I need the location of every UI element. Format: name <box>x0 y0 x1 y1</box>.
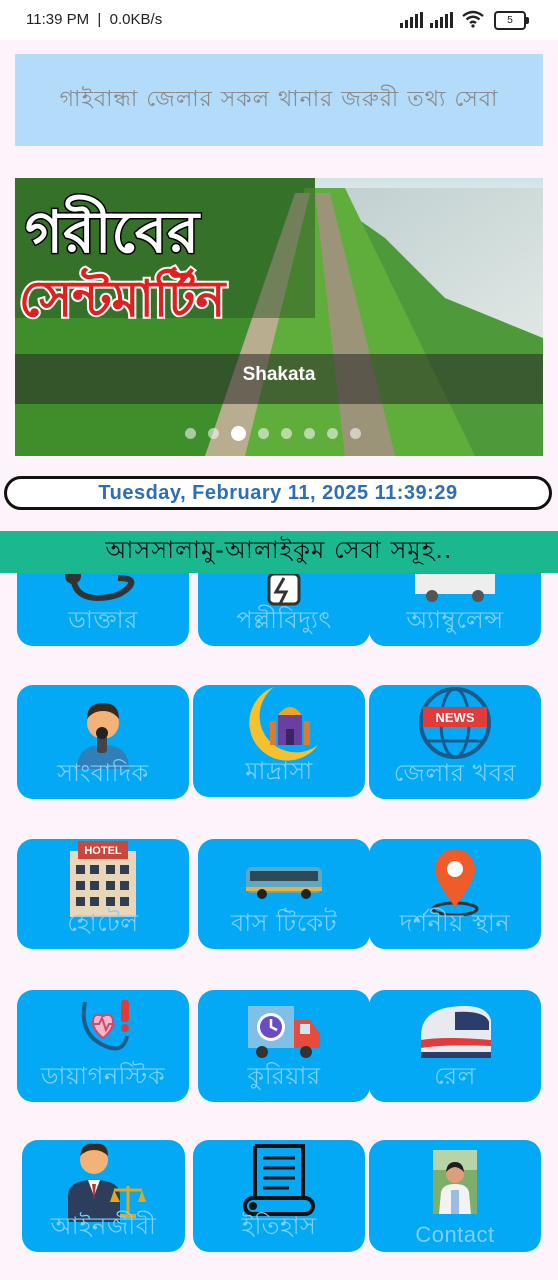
slider-image: গরীবের সেন্টমার্টিন <box>15 178 543 456</box>
service-label: হোটেল <box>67 909 139 937</box>
diagnostic-icon <box>81 1000 129 1051</box>
service-label: Contact <box>415 1222 495 1247</box>
slider-caption: Shakata <box>242 364 316 385</box>
slider-dot[interactable] <box>281 428 292 439</box>
slider-dots[interactable] <box>185 426 361 441</box>
service-journalist[interactable]: সাংবাদিক <box>17 685 189 799</box>
service-tourist-spots[interactable]: দর্শনীয় স্থান <box>369 839 541 949</box>
service-railway[interactable]: রেল <box>369 990 541 1102</box>
slider-dot[interactable] <box>304 428 315 439</box>
signal-2-icon <box>430 12 453 28</box>
status-time: 11:39 PM <box>26 11 90 28</box>
service-label: বাস টিকেট <box>230 909 338 937</box>
service-contact[interactable]: Contact <box>369 1140 541 1252</box>
service-label: পল্লীবিদ্যুৎ <box>236 606 332 634</box>
image-slider[interactable]: গরীবের সেন্টমার্টিন Shakata <box>15 178 543 456</box>
slider-dot[interactable] <box>258 428 269 439</box>
slider-dot[interactable] <box>185 428 196 439</box>
wifi-icon <box>462 10 484 28</box>
ambulance-icon <box>415 574 495 602</box>
service-diagnostic[interactable]: ডায়াগনস্টিক <box>17 990 189 1102</box>
page-title: গাইবান্ধা জেলার সকল থানার জরুরী তথ্য সেব… <box>59 87 499 112</box>
service-label: ইতিহাস <box>241 1212 317 1240</box>
services-grid: ডাক্তার পল্লীবিদ্যুৎ অ্যাম্বুলেন্স সাংবা… <box>0 573 558 1280</box>
service-label: কুরিয়ার <box>247 1062 321 1090</box>
service-history[interactable]: ইতিহাস <box>193 1140 365 1252</box>
service-doctor[interactable]: ডাক্তার <box>17 573 189 646</box>
service-label: মাদ্রাসা <box>245 757 313 785</box>
poster-title-top: গরীবের <box>25 195 201 266</box>
slider-dot[interactable] <box>327 428 338 439</box>
service-ambulance[interactable]: অ্যাম্বুলেন্স <box>369 573 541 646</box>
slider-dot-active[interactable] <box>231 426 246 441</box>
datetime-text: Tuesday, February 11, 2025 11:39:29 <box>98 481 458 504</box>
service-label: দর্শনীয় স্থান <box>399 909 511 937</box>
status-bar: 11:39 PM | 0.0KB/s 5 <box>0 0 558 40</box>
poster-title-bottom: সেন্টমার্টিন <box>19 266 227 328</box>
courier-truck-icon <box>248 1006 320 1058</box>
datetime-display: Tuesday, February 11, 2025 11:39:29 <box>4 476 552 510</box>
battery-icon: 5 <box>494 11 529 30</box>
service-label: আইনজীবী <box>50 1212 157 1240</box>
network-speed: 0.0KB/s <box>109 11 163 28</box>
slider-dot[interactable] <box>208 428 219 439</box>
service-label: অ্যাম্বুলেন্স <box>406 606 504 634</box>
svg-text:HOTEL: HOTEL <box>84 845 122 857</box>
slider-dot[interactable] <box>350 428 361 439</box>
battery-level: 5 <box>507 15 513 26</box>
welcome-text: আসসালামু-আলাইকুম সেবা সমূহ.. <box>105 536 453 564</box>
contact-photo-icon <box>433 1150 477 1214</box>
history-scroll-icon <box>243 1144 315 1216</box>
signal-icon <box>400 12 423 28</box>
page-title-box: গাইবান্ধা জেলার সকল থানার জরুরী তথ্য সেব… <box>15 54 543 146</box>
service-bus-ticket[interactable]: বাস টিকেট <box>198 839 370 949</box>
welcome-banner: আসসালামু-আলাইকুম সেবা সমূহ.. <box>0 531 558 573</box>
service-label: জেলার খবর <box>393 759 517 787</box>
service-label: রেল <box>434 1062 476 1090</box>
service-courier[interactable]: কুরিয়ার <box>198 990 370 1102</box>
news-globe-icon: NEWS <box>419 687 491 759</box>
bus-icon <box>246 867 322 899</box>
status-time-and-speed: 11:39 PM | 0.0KB/s <box>26 11 163 28</box>
service-hotel[interactable]: HOTEL হোটেল <box>17 839 189 949</box>
service-label: ডায়াগনস্টিক <box>40 1062 166 1090</box>
service-label: ডাক্তার <box>68 606 138 634</box>
svg-text:NEWS: NEWS <box>436 710 475 725</box>
service-label: সাংবাদিক <box>57 759 149 787</box>
train-icon <box>421 1006 491 1058</box>
service-lawyer[interactable]: আইনজীবী <box>22 1140 185 1252</box>
service-electricity[interactable]: পল্লীবিদ্যুৎ <box>198 573 370 646</box>
service-madrasa[interactable]: মাদ্রাসা <box>193 685 365 797</box>
service-district-news[interactable]: NEWS জেলার খবর <box>369 685 541 799</box>
